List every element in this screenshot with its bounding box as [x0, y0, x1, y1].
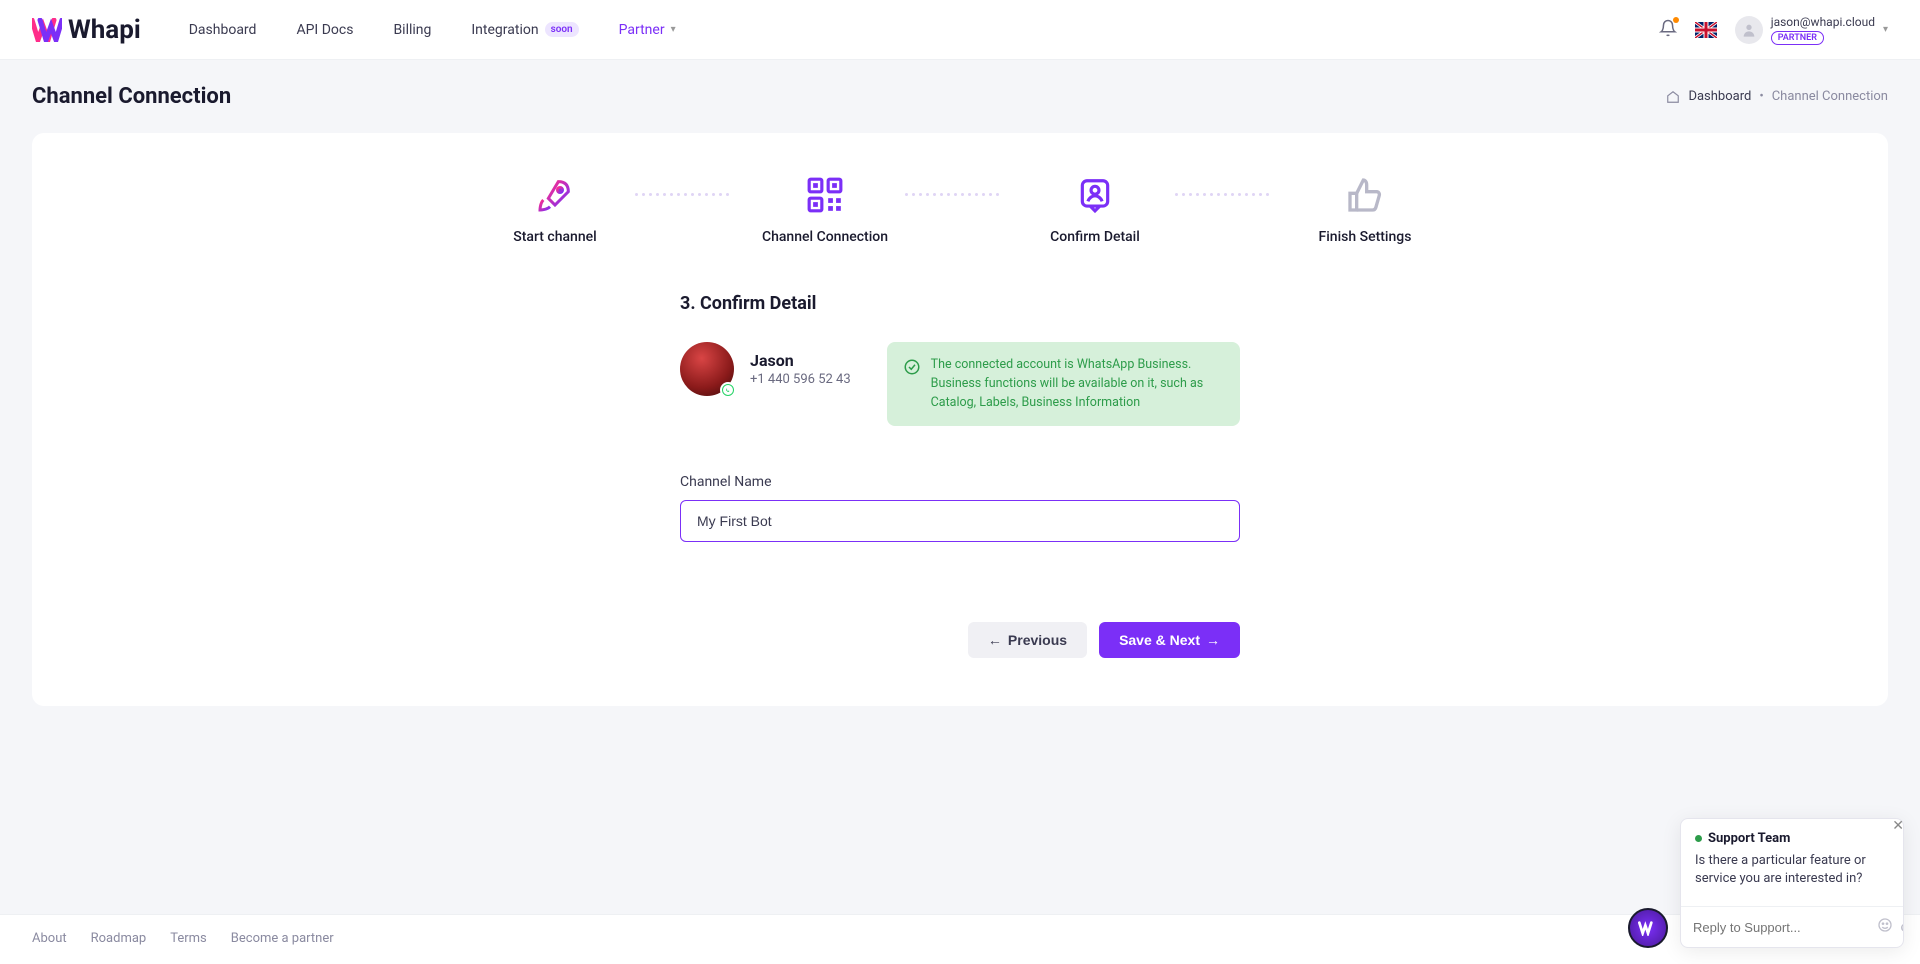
whatsapp-badge-icon	[720, 382, 736, 398]
logo[interactable]: Whapi	[32, 15, 141, 45]
stepper: Start channel Channel Connection Confirm…	[32, 173, 1888, 245]
footer-roadmap[interactable]: Roadmap	[91, 931, 147, 946]
arrow-right-icon: →	[1206, 632, 1220, 648]
notifications-button[interactable]	[1659, 19, 1677, 41]
page-wrap: Channel Connection Dashboard • Channel C…	[0, 60, 1920, 914]
profile-text: Jason +1 440 596 52 43	[750, 351, 851, 387]
logo-mark-icon	[1638, 920, 1658, 936]
breadcrumb-home[interactable]: Dashboard	[1688, 89, 1751, 104]
step-start-channel: Start channel	[475, 173, 635, 245]
nav-partner-label: Partner	[619, 22, 665, 38]
chat-widget: ✕ Support Team Is there a particular fea…	[1628, 818, 1904, 948]
breadcrumb: Dashboard • Channel Connection	[1666, 89, 1888, 104]
card: Start channel Channel Connection Confirm…	[32, 133, 1888, 706]
badge-user-icon	[1073, 173, 1117, 217]
chat-panel: Support Team Is there a particular featu…	[1680, 818, 1904, 948]
chat-icons	[1877, 917, 1904, 937]
chat-header: Support Team	[1681, 819, 1903, 852]
avatar	[1735, 16, 1763, 44]
step-label: Finish Settings	[1319, 229, 1412, 245]
footer-about[interactable]: About	[32, 931, 67, 946]
channel-name-label: Channel Name	[680, 474, 1240, 490]
breadcrumb-separator: •	[1759, 89, 1763, 104]
profile-phone: +1 440 596 52 43	[750, 372, 851, 387]
step-label: Confirm Detail	[1050, 229, 1140, 245]
detail-row: Jason +1 440 596 52 43 The connected acc…	[680, 342, 1240, 426]
user-info: jason@whapi.cloud PARTNER	[1771, 15, 1875, 45]
status-dot-icon	[1695, 835, 1702, 842]
footer-terms[interactable]: Terms	[170, 931, 207, 946]
nav-apidocs[interactable]: API Docs	[296, 22, 353, 38]
previous-label: Previous	[1008, 632, 1067, 648]
profile-avatar	[680, 342, 734, 396]
notice-text: The connected account is WhatsApp Busine…	[931, 356, 1224, 412]
chat-panel-wrap: ✕ Support Team Is there a particular fea…	[1680, 818, 1904, 948]
step-connector	[905, 193, 1015, 196]
chat-close-button[interactable]: ✕	[1888, 814, 1908, 838]
attachment-icon[interactable]	[1899, 917, 1904, 937]
language-flag[interactable]	[1695, 22, 1717, 38]
user-email: jason@whapi.cloud	[1771, 15, 1875, 29]
badge-soon: soon	[545, 22, 579, 37]
step-label: Start channel	[513, 229, 596, 245]
profile-name: Jason	[750, 351, 851, 370]
step-finish-settings: Finish Settings	[1285, 173, 1445, 245]
header-right: jason@whapi.cloud PARTNER ▾	[1659, 15, 1888, 45]
save-next-label: Save & Next	[1119, 632, 1200, 648]
rocket-icon	[533, 173, 577, 217]
home-icon	[1666, 90, 1680, 104]
chat-toggle-button[interactable]	[1628, 908, 1668, 948]
chevron-down-icon: ▾	[671, 24, 676, 35]
previous-button[interactable]: ← Previous	[968, 622, 1087, 658]
content: 3. Confirm Detail Jason +1 440 596 52 43	[680, 293, 1240, 658]
user-menu[interactable]: jason@whapi.cloud PARTNER ▾	[1735, 15, 1888, 45]
nav: Dashboard API Docs Billing Integration s…	[189, 22, 676, 38]
page-head: Channel Connection Dashboard • Channel C…	[32, 84, 1888, 109]
step-connector	[635, 193, 745, 196]
chat-message: Is there a particular feature or service…	[1681, 852, 1903, 900]
step-channel-connection: Channel Connection	[745, 173, 905, 245]
header-left: Whapi Dashboard API Docs Billing Integra…	[32, 15, 676, 45]
chevron-down-icon: ▾	[1883, 24, 1888, 35]
business-check-icon	[903, 358, 921, 412]
notice: The connected account is WhatsApp Busine…	[887, 342, 1240, 426]
save-next-button[interactable]: Save & Next →	[1099, 622, 1240, 658]
nav-partner[interactable]: Partner ▾	[619, 22, 676, 38]
chat-input-row	[1681, 906, 1903, 947]
chat-title: Support Team	[1708, 831, 1790, 846]
profile: Jason +1 440 596 52 43	[680, 342, 851, 396]
arrow-left-icon: ←	[988, 632, 1002, 648]
step-connector	[1175, 193, 1285, 196]
emoji-icon[interactable]	[1877, 917, 1893, 937]
notification-dot	[1673, 17, 1679, 23]
logo-mark-icon	[32, 18, 62, 42]
step-confirm-detail: Confirm Detail	[1015, 173, 1175, 245]
nav-integration-label: Integration	[471, 22, 538, 38]
partner-badge: PARTNER	[1771, 31, 1824, 45]
thumbs-up-icon	[1343, 173, 1387, 217]
button-row: ← Previous Save & Next →	[680, 622, 1240, 658]
nav-billing[interactable]: Billing	[393, 22, 431, 38]
qr-icon	[803, 173, 847, 217]
user-icon	[1741, 22, 1757, 38]
logo-text: Whapi	[68, 15, 141, 45]
channel-name-input[interactable]	[680, 500, 1240, 542]
nav-dashboard[interactable]: Dashboard	[189, 22, 257, 38]
header: Whapi Dashboard API Docs Billing Integra…	[0, 0, 1920, 60]
nav-integration[interactable]: Integration soon	[471, 22, 578, 38]
step-label: Channel Connection	[762, 229, 888, 245]
page-title: Channel Connection	[32, 84, 231, 109]
breadcrumb-current: Channel Connection	[1772, 89, 1888, 104]
footer-partner[interactable]: Become a partner	[231, 931, 334, 946]
chat-input[interactable]	[1693, 920, 1869, 935]
section-title: 3. Confirm Detail	[680, 293, 1240, 314]
